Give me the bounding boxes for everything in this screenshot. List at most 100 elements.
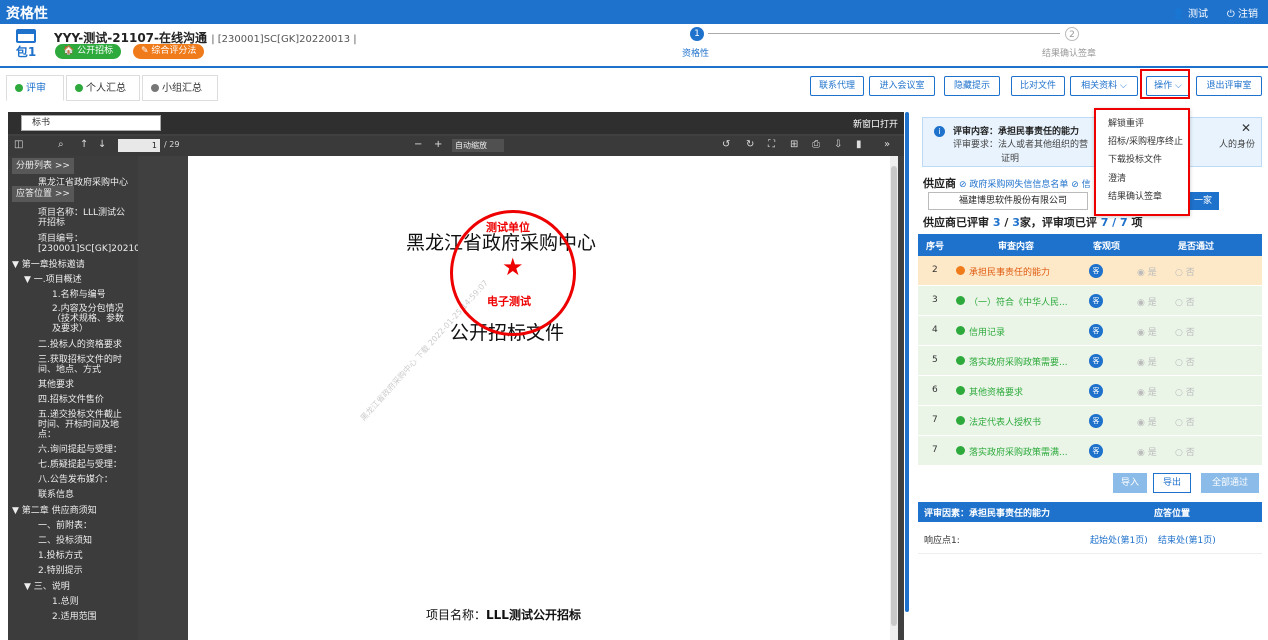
open-file-icon[interactable]: ⊞ — [790, 139, 798, 150]
menu-item-download-bid[interactable]: 下载投标文件 — [1108, 152, 1162, 165]
compare-files-button[interactable]: 比对文件 — [1011, 76, 1065, 96]
outline-item[interactable]: 间、地点、方式 — [38, 365, 101, 375]
supplier-select[interactable]: 福建博思软件股份有限公司 — [928, 192, 1088, 210]
more-tools-icon[interactable]: » — [884, 139, 890, 150]
outline-item[interactable]: ▼ 一.项目概述 — [24, 275, 82, 285]
outline-item[interactable]: 1.投标方式 — [38, 551, 83, 561]
print-icon[interactable]: ⎙ — [812, 139, 820, 150]
outline-item[interactable]: [230001]SC[GK]202100 — [38, 244, 138, 254]
page-number-input[interactable]: 1 — [118, 139, 160, 152]
outline-item[interactable]: 黑龙江省政府采购中心 — [38, 178, 128, 188]
table-row[interactable]: 2 承担民事责任的能力 客 ◉ 是 ○ 否 — [918, 256, 1262, 286]
outline-item[interactable]: 其他要求 — [38, 380, 74, 390]
hide-tips-button[interactable]: 隐藏提示 — [944, 76, 1000, 96]
menu-item-unlock-rereview[interactable]: 解锁重评 — [1108, 116, 1144, 129]
answer-position-tab[interactable]: 应答位置 >> — [12, 186, 74, 202]
end-position-link[interactable]: 结束处(第1页) — [1158, 533, 1216, 546]
tab-personal-summary[interactable]: 个人汇总 — [66, 75, 140, 101]
outline-item[interactable]: 八.公告发布媒介： — [38, 475, 113, 485]
user-menu[interactable]: 👤 测试 — [1172, 5, 1208, 20]
outline-item[interactable]: ▼ 第一章投标邀请 — [12, 260, 85, 270]
enter-meeting-room-button[interactable]: 进入会议室 — [869, 76, 935, 96]
panel-splitter[interactable] — [905, 112, 909, 612]
menu-item-terminate-procedure[interactable]: 招标/采购程序终止 — [1108, 134, 1183, 147]
open-new-window-link[interactable]: 新窗口打开 — [853, 117, 898, 130]
logout-link[interactable]: ⏻ 注销 — [1227, 5, 1258, 20]
scroll-thumb[interactable] — [891, 166, 897, 626]
outline-item[interactable]: （技术规格、参数 — [52, 314, 124, 324]
pass-yes-radio[interactable]: ◉ 是 — [1137, 265, 1157, 278]
outline-item[interactable]: 六.询问提起与受理： — [38, 445, 122, 455]
pass-no-radio[interactable]: ○ 否 — [1175, 445, 1195, 458]
outline-item[interactable]: 三.获取招标文件的时 — [38, 355, 122, 365]
pass-no-radio[interactable]: ○ 否 — [1175, 355, 1195, 368]
outline-item[interactable]: 四.招标文件售价 — [38, 395, 104, 405]
outline-item[interactable]: 点： — [38, 430, 56, 440]
pass-yes-radio[interactable]: ◉ 是 — [1137, 295, 1157, 308]
start-position-link[interactable]: 起始处(第1页) — [1090, 533, 1148, 546]
outline-item[interactable]: 1.总则 — [52, 597, 79, 607]
outline-item[interactable]: 2.适用范围 — [52, 612, 97, 622]
next-supplier-button[interactable]: 一家 — [1187, 192, 1219, 210]
menu-item-confirm-sign[interactable]: 结果确认签章 — [1108, 189, 1162, 202]
outline-item[interactable]: 二、投标须知 — [38, 536, 92, 546]
table-row[interactable]: 3 （一）符合《中华人民... 客 ◉ 是 ○ 否 — [918, 286, 1262, 316]
outline-item[interactable]: 五.递交投标文件截止 — [38, 410, 122, 420]
outline-item[interactable]: ▼ 第二章 供应商须知 — [12, 506, 97, 516]
outline-item[interactable]: ▼ 三、说明 — [24, 582, 70, 592]
outline-item[interactable]: 2.特别提示 — [38, 566, 83, 576]
fullscreen-icon[interactable]: ⛶ — [768, 139, 775, 150]
zoom-select[interactable]: 自动缩放 — [452, 139, 504, 152]
outline-item[interactable]: 开招标 — [38, 218, 65, 228]
outline-item[interactable]: 1.名称与编号 — [52, 290, 106, 300]
table-row[interactable]: 7 落实政府采购政策需满... 客 ◉ 是 ○ 否 — [918, 436, 1262, 466]
outline-item[interactable]: 时间、开标时间及地 — [38, 420, 119, 430]
arrow-up-icon[interactable]: ↑ — [80, 139, 88, 150]
related-materials-button[interactable]: 相关资料 ⌵ — [1070, 76, 1138, 96]
volume-list-tab[interactable]: 分册列表 >> — [12, 158, 74, 174]
search-icon[interactable]: ⌕ — [58, 139, 64, 150]
pass-no-radio[interactable]: ○ 否 — [1175, 295, 1195, 308]
arrow-down-icon[interactable]: ↓ — [98, 139, 106, 150]
all-pass-button[interactable]: 全部通过 — [1201, 473, 1259, 493]
outline-item[interactable]: 二.投标人的资格要求 — [38, 340, 122, 350]
pass-yes-radio[interactable]: ◉ 是 — [1137, 445, 1157, 458]
sidebar-toggle-icon[interactable]: ◫ — [14, 139, 23, 150]
close-icon[interactable]: ✕ — [1241, 121, 1251, 135]
pass-yes-radio[interactable]: ◉ 是 — [1137, 385, 1157, 398]
tab-group-summary[interactable]: 小组汇总 — [142, 75, 218, 101]
bookmark-icon[interactable]: ▮ — [856, 139, 862, 150]
import-button[interactable]: 导入 — [1113, 473, 1147, 493]
exit-review-room-button[interactable]: 退出评审室 — [1196, 76, 1262, 96]
outline-item[interactable]: 联系信息 — [38, 490, 74, 500]
rotate-ccw-icon[interactable]: ↺ — [722, 139, 730, 150]
zoom-out-icon[interactable]: − — [414, 139, 422, 150]
table-row[interactable]: 7 法定代表人授权书 客 ◉ 是 ○ 否 — [918, 406, 1262, 436]
pass-no-radio[interactable]: ○ 否 — [1175, 385, 1195, 398]
package-selector[interactable]: 包1 — [14, 29, 38, 60]
rotate-cw-icon[interactable]: ↻ — [746, 139, 754, 150]
pass-no-radio[interactable]: ○ 否 — [1175, 265, 1195, 278]
tab-review[interactable]: 评审 — [6, 75, 64, 101]
table-row[interactable]: 6 其他资格要求 客 ◉ 是 ○ 否 — [918, 376, 1262, 406]
zoom-in-icon[interactable]: + — [434, 139, 442, 150]
outline-item[interactable]: 项目名称：LLL测试公 — [38, 208, 125, 218]
pass-yes-radio[interactable]: ◉ 是 — [1137, 355, 1157, 368]
outline-item[interactable]: 项目编号： — [38, 234, 83, 244]
table-row[interactable]: 4 信用记录 客 ◉ 是 ○ 否 — [918, 316, 1262, 346]
menu-item-clarify[interactable]: 澄清 — [1108, 171, 1126, 184]
export-button[interactable]: 导出 — [1153, 473, 1191, 493]
outline-item[interactable]: 2.内容及分包情况 — [52, 304, 124, 314]
pass-no-radio[interactable]: ○ 否 — [1175, 415, 1195, 428]
outline-item[interactable]: 及要求） — [52, 324, 88, 334]
pass-yes-radio[interactable]: ◉ 是 — [1137, 325, 1157, 338]
credit-list-link[interactable]: ⊘ 政府采购网失信信息名单 ⊘ 信 — [959, 177, 1091, 190]
outline-item[interactable]: 一、前附表： — [38, 521, 92, 531]
download-icon[interactable]: ⇩ — [834, 139, 842, 150]
table-row[interactable]: 5 落实政府采购政策需要... 客 ◉ 是 ○ 否 — [918, 346, 1262, 376]
contact-agent-button[interactable]: 联系代理 — [810, 76, 864, 96]
pass-yes-radio[interactable]: ◉ 是 — [1137, 415, 1157, 428]
page-scrollbar[interactable] — [890, 156, 898, 640]
document-select[interactable]: 标书 — [21, 115, 161, 131]
outline-item[interactable]: 七.质疑提起与受理： — [38, 460, 122, 470]
